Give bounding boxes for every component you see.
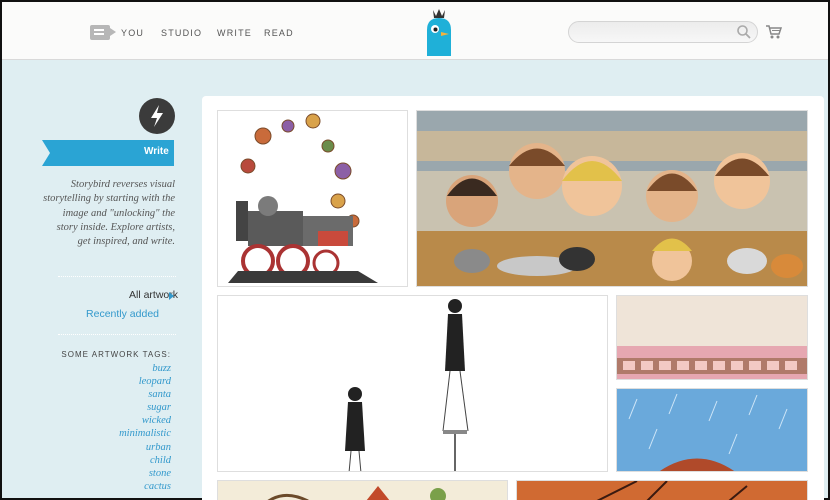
search-input[interactable] (568, 21, 758, 43)
artwork-pink-sky-film[interactable] (616, 295, 808, 380)
artwork-lady-on-stilts[interactable] (217, 295, 608, 472)
search-icon[interactable] (736, 24, 752, 40)
tag-child[interactable]: child (119, 454, 171, 467)
tag-santa[interactable]: santa (119, 388, 171, 401)
artwork-steam-train[interactable] (217, 110, 408, 287)
top-navigation-bar: YOU STUDIO WRITE READ (2, 2, 828, 60)
artwork-kids-and-cats[interactable] (416, 110, 808, 287)
tag-leopard[interactable]: leopard (119, 375, 171, 388)
tag-buzz[interactable]: buzz (119, 362, 171, 375)
tag-minimalistic[interactable]: minimalistic (119, 427, 171, 440)
nav-studio[interactable]: STUDIO (161, 28, 202, 38)
artwork-tree-houses[interactable] (217, 480, 508, 500)
nav-read[interactable]: READ (264, 28, 294, 38)
tag-cactus[interactable]: cactus (119, 480, 171, 493)
nav-write[interactable]: WRITE (217, 28, 252, 38)
sidebar-intro-text: Storybird reverses visual storytelling b… (43, 179, 175, 248)
filter-recently-added[interactable]: Recently added (86, 308, 159, 320)
tag-sugar[interactable]: sugar (119, 401, 171, 414)
arrow-right-icon (169, 292, 174, 300)
write-ribbon-label: Write (144, 146, 169, 157)
artwork-tags-list: buzz leopard santa sugar wicked minimali… (119, 362, 171, 493)
artwork-blue-rain[interactable] (616, 388, 808, 472)
cart-icon[interactable] (765, 24, 783, 40)
nav-you[interactable]: YOU (121, 28, 144, 38)
menu-icon[interactable] (90, 25, 116, 40)
tags-heading: SOME ARTWORK TAGS: (61, 350, 171, 359)
tag-urban[interactable]: urban (119, 441, 171, 454)
lightning-bolt-icon (139, 98, 175, 134)
artwork-autumn-tree[interactable] (516, 480, 808, 500)
divider (58, 276, 176, 277)
divider (58, 334, 176, 335)
tag-stone[interactable]: stone (119, 467, 171, 480)
storybird-logo[interactable] (419, 4, 459, 56)
tag-wicked[interactable]: wicked (119, 414, 171, 427)
